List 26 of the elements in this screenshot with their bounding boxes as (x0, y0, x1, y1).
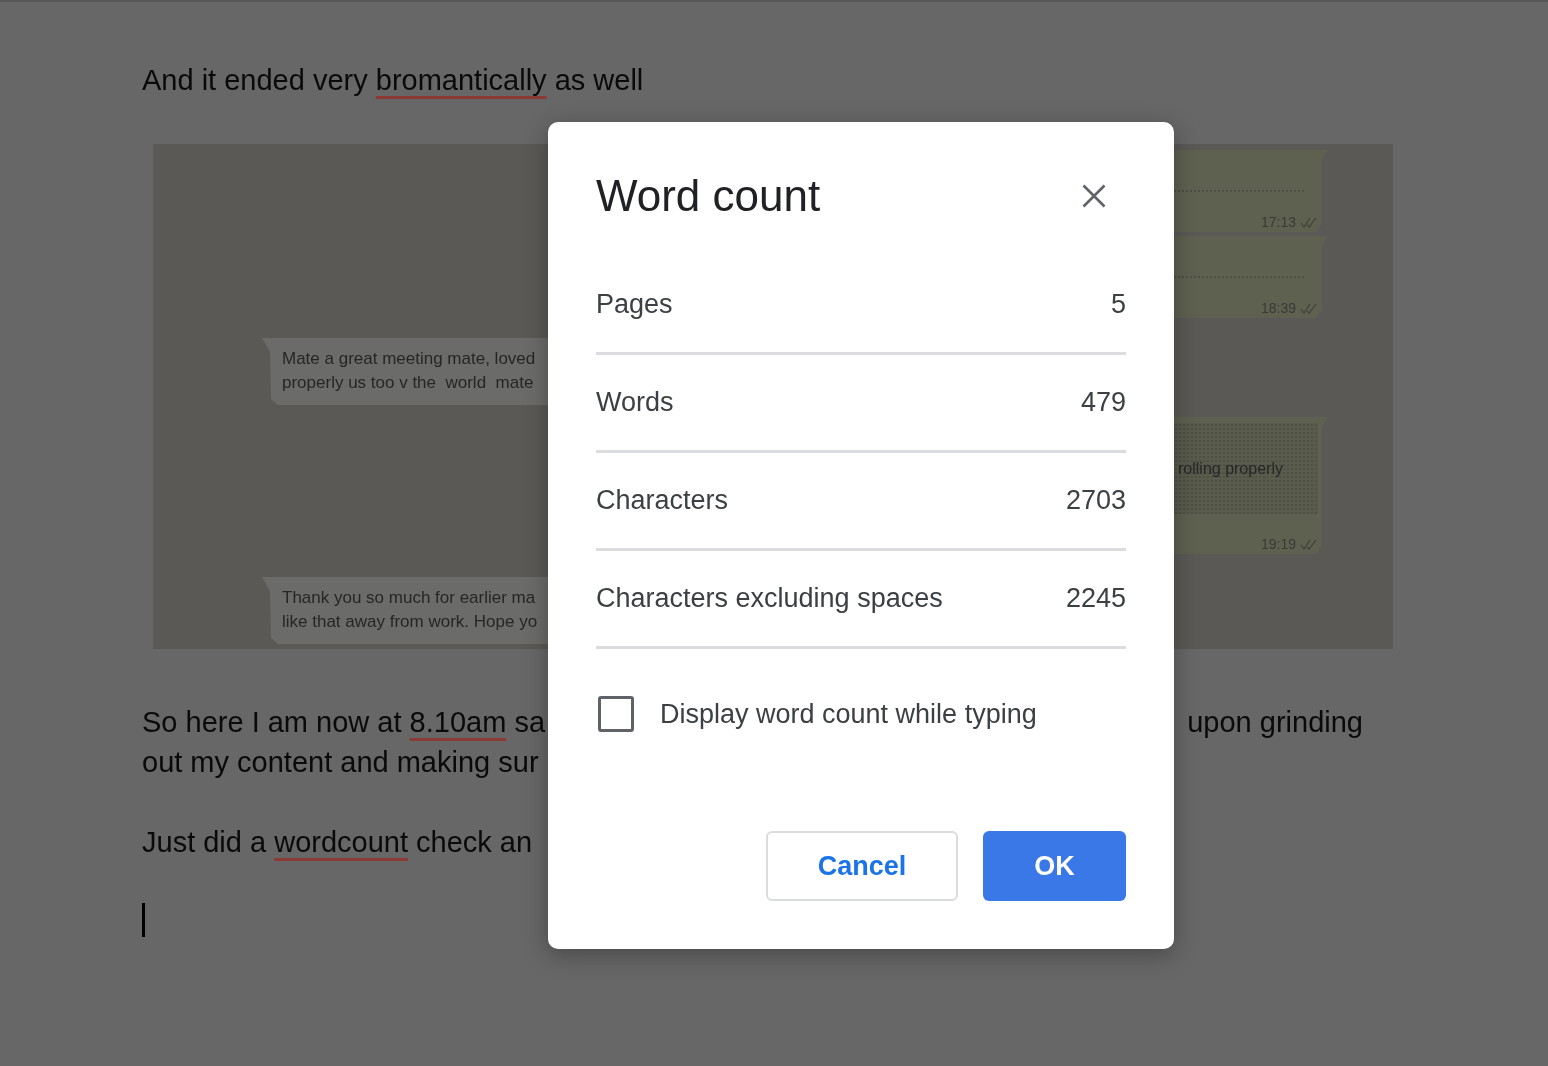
stat-label: Characters (596, 485, 729, 516)
message-text: Thank you so much for earlier ma like that away from work. Hope yo (282, 587, 539, 633)
document-text: out my content and making sur (142, 745, 539, 780)
double-check-icon (1300, 302, 1317, 314)
checkbox[interactable] (598, 696, 634, 732)
document-text: Just did a wordcount check an (142, 825, 533, 860)
stat-value: 479 (1080, 387, 1126, 418)
stat-label: Characters excluding spaces (596, 583, 943, 614)
checkbox-label[interactable]: Display word count while typing (660, 698, 1037, 730)
close-button[interactable] (1082, 184, 1106, 208)
stat-label: Words (596, 387, 674, 418)
stat-value: 5 (1110, 289, 1126, 320)
message-text: Mate a great meeting mate, loved properly us too v the world mate (282, 348, 537, 394)
document-text: upon grinding (1187, 705, 1363, 740)
double-check-icon (1300, 216, 1317, 228)
text-cursor (142, 903, 145, 937)
document-text: So here I am now at 8.10am sa (142, 705, 545, 740)
stat-value: 2245 (1065, 583, 1126, 614)
document-text: And it ended very bromantically as well (142, 63, 644, 98)
stat-value: 2703 (1065, 485, 1126, 516)
stat-label: Pages (596, 289, 673, 320)
close-icon (1082, 184, 1106, 208)
dialog-title: Word count (596, 170, 821, 222)
double-check-icon (1300, 538, 1317, 550)
ok-button[interactable]: OK (983, 831, 1126, 901)
cancel-button[interactable]: Cancel (766, 831, 958, 901)
